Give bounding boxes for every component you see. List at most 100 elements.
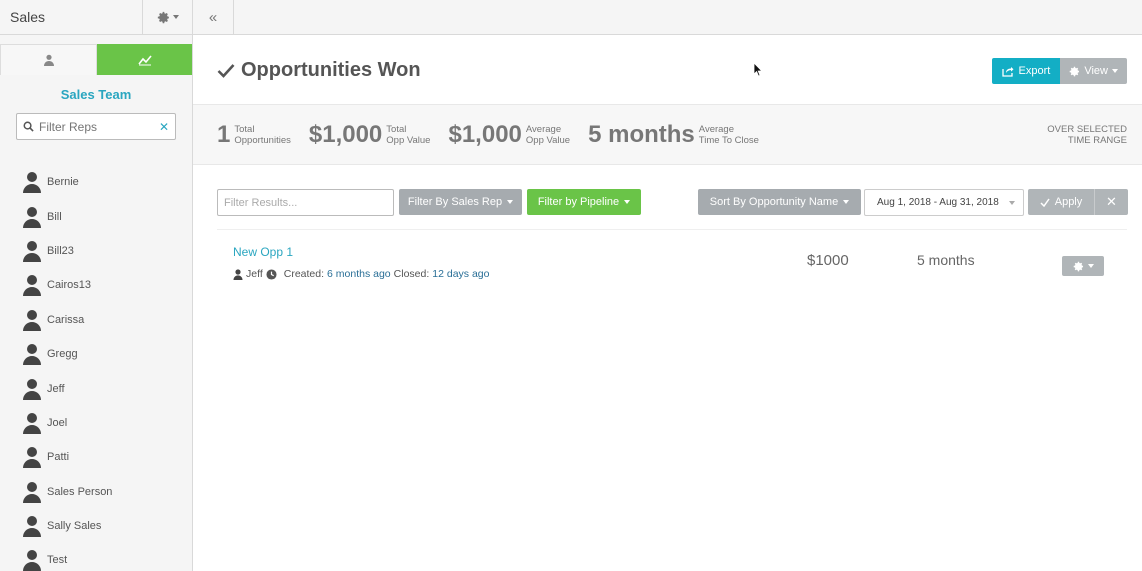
sidebar-title: Sales — [10, 9, 46, 25]
stat-average-time-to-close: 5 months Average Time To Close — [588, 121, 759, 149]
stat-label: Average Time To Close — [698, 123, 759, 146]
opportunity-meta: Jeff Created: 6 months ago Closed: 12 da… — [233, 268, 489, 280]
stat-label: Average Opp Value — [525, 123, 571, 146]
mouse-cursor-icon — [753, 62, 763, 77]
person-icon — [22, 412, 42, 434]
chevron-down-icon — [843, 200, 850, 204]
share-icon — [1001, 66, 1014, 77]
collapse-sidebar-button[interactable]: « — [193, 0, 234, 35]
rep-item[interactable]: Test — [0, 543, 192, 571]
stat-value: 5 months — [588, 120, 695, 148]
stat-value: $1,000 — [308, 120, 383, 148]
gear-icon — [157, 11, 169, 23]
sort-by-button[interactable]: Sort By Opportunity Name — [698, 189, 861, 215]
page-header: Opportunities Won Export View — [193, 35, 1142, 105]
tab-analytics[interactable] — [97, 44, 192, 75]
rep-name: Joel — [47, 416, 68, 429]
rep-item[interactable]: Jeff — [0, 371, 192, 405]
gear-icon — [1070, 66, 1080, 76]
date-range-value: Aug 1, 2018 - Aug 31, 2018 — [877, 197, 999, 208]
stat-value: $1,000 — [448, 120, 522, 148]
person-icon — [22, 309, 42, 331]
rep-item[interactable]: Bill23 — [0, 234, 192, 268]
created-label: Created: — [283, 268, 325, 280]
date-range-picker[interactable]: Aug 1, 2018 - Aug 31, 2018 — [864, 189, 1024, 216]
page-title-text: Opportunities Won — [241, 59, 421, 81]
gear-icon — [1073, 261, 1083, 271]
person-icon — [22, 378, 42, 400]
chevron-down-icon — [1112, 69, 1118, 73]
rep-name: Bill — [47, 210, 62, 223]
filter-by-pipeline-button[interactable]: Filter by Pipeline — [527, 189, 641, 215]
clear-filter-icon[interactable]: ✕ — [159, 120, 169, 134]
rep-item[interactable]: Patti — [0, 440, 192, 474]
rep-item[interactable]: Gregg — [0, 337, 192, 371]
clock-icon — [266, 268, 277, 280]
filter-by-sales-rep-button[interactable]: Filter By Sales Rep — [399, 189, 522, 215]
filter-results-input[interactable]: Filter Results... — [217, 189, 394, 216]
trend-chart-icon — [137, 54, 152, 65]
rep-item[interactable]: Sally Sales — [0, 509, 192, 543]
chevron-down-icon — [172, 15, 179, 19]
rep-item[interactable]: Sales Person — [0, 475, 192, 509]
stat-label: Total Opportunities — [234, 123, 291, 146]
stat-total-opportunities: 1 Total Opportunities — [217, 121, 291, 149]
export-label: Export — [1018, 65, 1051, 77]
opportunity-value: $1000 — [807, 252, 849, 269]
rep-name: Sales Person — [47, 485, 113, 498]
person-icon — [43, 54, 54, 66]
tab-people[interactable] — [0, 44, 97, 75]
apply-label: Apply — [1054, 196, 1083, 208]
apply-button[interactable]: Apply — [1028, 189, 1094, 215]
rep-item[interactable]: Joel — [0, 406, 192, 440]
main-content: Opportunities Won Export View 1 Total Op… — [193, 35, 1142, 571]
double-chevron-left-icon: « — [208, 9, 218, 26]
stat-value: 1 — [217, 120, 231, 148]
reps-list: Bernie Bill Bill23 Cairos13 Carissa Greg… — [0, 165, 192, 571]
rep-name: Sally Sales — [47, 520, 102, 533]
sidebar: Sales Sales Team Filter Reps ✕ Bernie Bi… — [0, 0, 193, 571]
stat-label: Total Opp Value — [386, 123, 431, 146]
opportunity-name-link[interactable]: New Opp 1 — [233, 245, 293, 259]
chevron-down-icon — [507, 200, 514, 204]
person-icon — [22, 240, 42, 262]
person-icon — [22, 446, 42, 469]
rep-name: Bernie — [47, 176, 79, 189]
person-icon — [22, 481, 42, 503]
opportunity-row: New Opp 1 Jeff Created: 6 months ago Clo… — [217, 230, 1142, 290]
sidebar-tabs — [0, 44, 192, 75]
rep-name: Gregg — [47, 348, 78, 361]
sort-by-label: Sort By Opportunity Name — [709, 196, 839, 208]
app-window: Sales Sales Team Filter Reps ✕ Bernie Bi… — [0, 0, 1142, 571]
clear-filters-button[interactable]: ✕ — [1094, 189, 1128, 215]
close-icon: ✕ — [1106, 194, 1117, 209]
sidebar-header: Sales — [0, 0, 192, 35]
rep-item[interactable]: Cairos13 — [0, 268, 192, 302]
person-icon — [233, 268, 243, 280]
export-button[interactable]: Export — [991, 58, 1061, 84]
closed-value: 12 days ago — [432, 268, 490, 280]
person-icon — [22, 206, 42, 228]
owner-name: Jeff — [246, 268, 263, 280]
closed-label: Closed: — [393, 268, 430, 280]
filter-reps-field[interactable]: ✕ — [16, 113, 176, 140]
page-title: Opportunities Won — [217, 59, 421, 82]
view-menu-button[interactable]: View — [1060, 58, 1127, 84]
filter-reps-input[interactable] — [34, 119, 159, 134]
top-toolbar: « — [193, 0, 1142, 35]
opportunity-time-to-close: 5 months — [917, 252, 975, 268]
checkmark-icon — [1040, 198, 1050, 207]
search-icon — [23, 121, 34, 132]
rep-name: Jeff — [47, 382, 65, 395]
rep-item[interactable]: Bernie — [0, 165, 192, 199]
chevron-down-icon — [1087, 264, 1094, 268]
rep-name: Bill23 — [47, 244, 74, 257]
filter-by-sales-rep-label: Filter By Sales Rep — [407, 196, 503, 208]
rep-name: Test — [47, 554, 68, 567]
settings-menu-button[interactable] — [142, 0, 192, 35]
opportunity-actions-button[interactable] — [1062, 256, 1104, 276]
rep-item[interactable]: Carissa — [0, 303, 192, 337]
person-icon — [22, 515, 42, 538]
rep-item[interactable]: Bill — [0, 199, 192, 233]
team-heading: Sales Team — [60, 87, 132, 102]
